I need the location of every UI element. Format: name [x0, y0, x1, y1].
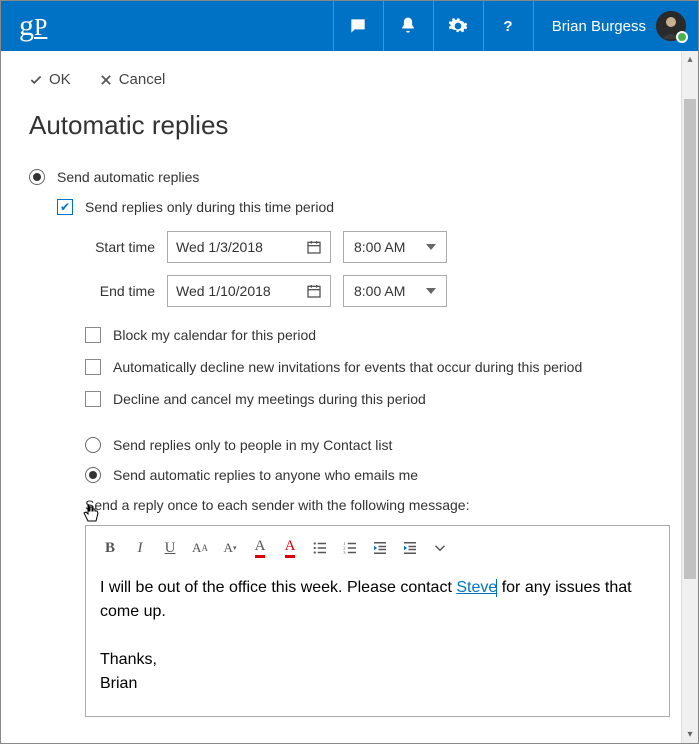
avatar	[656, 11, 686, 41]
msg-sign: Brian	[100, 675, 137, 692]
start-time-value: 8:00 AM	[354, 239, 405, 255]
cancel-label: Cancel	[119, 71, 166, 88]
end-date-value: Wed 1/10/2018	[176, 283, 271, 299]
anyone-label: Send automatic replies to anyone who ema…	[113, 467, 418, 483]
block-calendar-checkbox[interactable]	[85, 327, 101, 343]
ok-button[interactable]: OK	[29, 71, 71, 88]
font-size-increase-button[interactable]: AA	[186, 534, 214, 562]
svg-text:?: ?	[504, 18, 513, 35]
app-header: gP ? Brian Burgess	[1, 1, 698, 51]
italic-button[interactable]: I	[126, 534, 154, 562]
send-replies-radio-row: Send automatic replies	[29, 169, 670, 185]
content: OK Cancel Automatic replies Send automat…	[1, 51, 698, 743]
end-time-input[interactable]: 8:00 AM	[343, 275, 447, 307]
options-block: Block my calendar for this period Automa…	[85, 327, 670, 407]
scroll-down-icon[interactable]: ▾	[682, 726, 698, 743]
start-time-label: Start time	[85, 239, 155, 255]
start-time-input[interactable]: 8:00 AM	[343, 231, 447, 263]
bell-icon[interactable]	[383, 1, 433, 51]
font-color-button[interactable]: A	[246, 534, 274, 562]
auto-decline-label: Automatically decline new invitations fo…	[113, 359, 582, 375]
underline-button[interactable]: U	[156, 534, 184, 562]
page-title: Automatic replies	[29, 110, 670, 141]
contacts-only-label: Send replies only to people in my Contac…	[113, 437, 392, 453]
number-list-button[interactable]: 123	[336, 534, 364, 562]
scroll-thumb[interactable]	[684, 99, 696, 579]
reply-section: Send replies only to people in my Contac…	[85, 437, 670, 717]
bold-button[interactable]: B	[96, 534, 124, 562]
msg-thanks: Thanks,	[100, 651, 157, 668]
action-bar: OK Cancel	[29, 71, 670, 88]
msg-link[interactable]: Steve	[456, 579, 497, 596]
help-icon[interactable]: ?	[483, 1, 533, 51]
more-formatting-button[interactable]	[426, 534, 454, 562]
user-menu[interactable]: Brian Burgess	[533, 1, 698, 51]
header-right: ? Brian Burgess	[333, 1, 698, 51]
gear-icon[interactable]	[433, 1, 483, 51]
editor-body[interactable]: I will be out of the office this week. P…	[86, 570, 669, 716]
end-time-value: 8:00 AM	[354, 283, 405, 299]
font-size-decrease-button[interactable]: A▾	[216, 534, 244, 562]
time-period-checkbox[interactable]	[57, 199, 73, 215]
scroll-up-icon[interactable]: ▴	[682, 51, 698, 68]
time-grid: Start time Wed 1/3/2018 8:00 AM End time…	[85, 231, 670, 307]
outdent-button[interactable]	[366, 534, 394, 562]
start-date-value: Wed 1/3/2018	[176, 239, 263, 255]
send-replies-radio[interactable]	[29, 169, 45, 185]
indent-button[interactable]	[396, 534, 424, 562]
anyone-radio[interactable]	[85, 467, 101, 483]
svg-text:3: 3	[343, 550, 346, 555]
time-period-row: Send replies only during this time perio…	[57, 199, 670, 215]
msg-part1: I will be out of the office this week. P…	[100, 579, 456, 596]
reply-description: Send a reply once to each sender with th…	[85, 497, 670, 513]
app-logo: gP	[1, 9, 65, 43]
message-editor: B I U AA A▾ A A 123	[85, 525, 670, 717]
calendar-icon	[306, 239, 322, 255]
bullet-list-button[interactable]	[306, 534, 334, 562]
contacts-only-radio[interactable]	[85, 437, 101, 453]
chat-icon[interactable]	[333, 1, 383, 51]
end-date-input[interactable]: Wed 1/10/2018	[167, 275, 331, 307]
scrollbar[interactable]: ▴ ▾	[681, 51, 698, 743]
ok-label: OK	[49, 71, 71, 88]
block-calendar-label: Block my calendar for this period	[113, 327, 316, 343]
highlight-button[interactable]: A	[276, 534, 304, 562]
start-date-input[interactable]: Wed 1/3/2018	[167, 231, 331, 263]
decline-cancel-label: Decline and cancel my meetings during th…	[113, 391, 426, 407]
chevron-down-icon	[426, 288, 436, 294]
send-replies-label: Send automatic replies	[57, 169, 199, 185]
user-name: Brian Burgess	[552, 18, 646, 35]
decline-cancel-checkbox[interactable]	[85, 391, 101, 407]
cancel-button[interactable]: Cancel	[99, 71, 166, 88]
end-time-label: End time	[85, 283, 155, 299]
editor-toolbar: B I U AA A▾ A A 123	[86, 526, 669, 570]
time-period-label: Send replies only during this time perio…	[85, 199, 334, 215]
chevron-down-icon	[426, 244, 436, 250]
auto-decline-checkbox[interactable]	[85, 359, 101, 375]
status-dot-icon	[676, 31, 688, 43]
calendar-icon	[306, 283, 322, 299]
